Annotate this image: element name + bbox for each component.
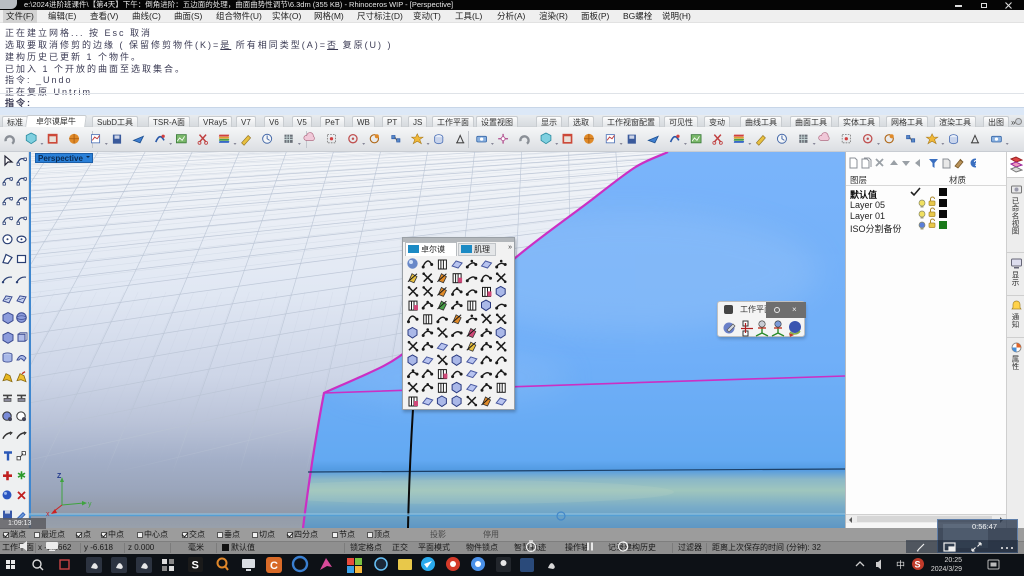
svg-text:x: x: [46, 511, 50, 518]
svg-text:中: 中: [896, 559, 905, 570]
svg-text:y: y: [88, 501, 92, 508]
svg-text:S: S: [915, 560, 921, 570]
svg-text:S: S: [192, 560, 199, 572]
svg-text:Z: Z: [57, 473, 62, 480]
svg-text:C: C: [270, 560, 278, 572]
svg-text:?: ?: [974, 159, 977, 168]
